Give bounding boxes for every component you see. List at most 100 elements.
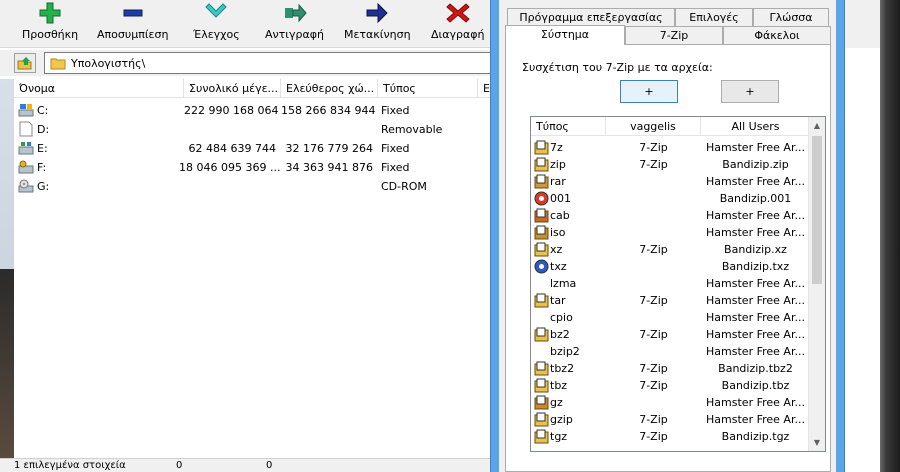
association-row[interactable]: zip 7-Zip Bandizip.zip — [531, 156, 810, 173]
delete-button[interactable]: Διαγραφή — [431, 2, 484, 46]
association-row[interactable]: gz Hamster Free Ar... — [531, 394, 810, 411]
association-row[interactable]: xz 7-Zip Bandizip.xz — [531, 241, 810, 258]
association-row[interactable]: gzip 7-Zip Hamster Free Ar... — [531, 411, 810, 428]
extract-button[interactable]: Αποσυμπίεση — [97, 2, 168, 46]
drive-row[interactable]: C: 222 990 168 064 158 266 834 944 Fixed — [14, 101, 494, 120]
association-row[interactable]: bz2 7-Zip Hamster Free Ar... — [531, 326, 810, 343]
move-button[interactable]: Μετακίνηση — [344, 2, 411, 46]
column-user[interactable]: vaggelis — [606, 117, 701, 136]
copy-button[interactable]: Αντιγραφή — [265, 2, 324, 46]
association-row[interactable]: tbz2 7-Zip Bandizip.tbz2 — [531, 360, 810, 377]
association-row[interactable]: rar Hamster Free Ar... — [531, 173, 810, 190]
association-row[interactable]: tgz 7-Zip Bandizip.tgz — [531, 428, 810, 445]
drive-row[interactable]: E: 62 484 639 744 32 176 779 264 Fixed — [14, 139, 494, 158]
associate-user-button[interactable]: + — [620, 80, 678, 103]
scroll-down-icon[interactable]: ▼ — [809, 434, 825, 451]
move-arrow-icon — [366, 2, 388, 24]
up-folder-icon — [17, 57, 32, 70]
association-extension: rar — [550, 175, 566, 188]
association-list-header: Τύπος vaggelis All Users — [531, 117, 810, 136]
association-row[interactable]: tbz 7-Zip Bandizip.tbz — [531, 377, 810, 394]
association-row[interactable]: bzip2 Hamster Free Ar... — [531, 343, 810, 360]
association-all-users-value: Hamster Free Ar... — [706, 413, 805, 426]
minus-icon — [123, 9, 143, 17]
status-packed-size: 0 — [266, 460, 273, 471]
association-all-users-value: Bandizip.xz — [724, 243, 787, 256]
association-row[interactable]: cab Hamster Free Ar... — [531, 207, 810, 224]
association-extension: txz — [550, 260, 567, 273]
association-row[interactable]: lzma Hamster Free Ar... — [531, 275, 810, 292]
iso-icon — [534, 225, 549, 240]
association-all-users-value: Bandizip.tbz — [721, 379, 790, 392]
add-button[interactable]: Προσθήκη — [22, 2, 78, 46]
association-user-value: 7-Zip — [639, 243, 668, 256]
column-free-space[interactable]: Ελεύθερος χώ... — [281, 79, 378, 98]
association-extension: iso — [550, 226, 566, 239]
check-chevron-icon — [205, 3, 228, 18]
tab-system[interactable]: Σύστημα — [505, 25, 625, 45]
association-extension: xz — [550, 243, 563, 256]
association-user-value: 7-Zip — [639, 294, 668, 307]
association-row[interactable]: iso Hamster Free Ar... — [531, 224, 810, 241]
association-all-users-value: Hamster Free Ar... — [706, 294, 805, 307]
association-all-users-value: Hamster Free Ar... — [706, 277, 805, 290]
association-row[interactable]: 001 Bandizip.001 — [531, 190, 810, 207]
association-all-users-value: Bandizip.tgz — [721, 430, 790, 443]
association-extension: gz — [550, 396, 563, 409]
association-extension: tbz — [550, 379, 568, 392]
association-extension: cpio — [550, 311, 573, 324]
001-icon — [534, 191, 549, 206]
column-name[interactable]: Όνομα — [14, 79, 184, 98]
copy-arrow-icon — [284, 3, 307, 23]
association-user-value: 7-Zip — [639, 362, 668, 375]
tab-folders[interactable]: Φάκελοι — [723, 26, 831, 44]
gz-icon — [534, 395, 549, 410]
drive-row[interactable]: D: Removable — [14, 120, 494, 139]
association-extension: 001 — [550, 192, 571, 205]
association-row[interactable]: 7z 7-Zip Hamster Free Ar... — [531, 139, 810, 156]
association-all-users-value: Hamster Free Ar... — [706, 396, 805, 409]
tar-icon — [534, 293, 549, 308]
tab-editor[interactable]: Πρόγραμμα επεξεργασίας — [507, 8, 675, 26]
background-window-edge — [845, 0, 900, 472]
scrollbar-thumb[interactable] — [812, 136, 822, 284]
cab-icon — [534, 208, 549, 223]
association-all-users-value: Hamster Free Ar... — [706, 328, 805, 341]
x-icon — [445, 3, 470, 23]
column-total-size[interactable]: Συνολικό μέγε... — [184, 79, 281, 98]
association-all-users-value: Hamster Free Ar... — [706, 345, 805, 358]
test-button[interactable]: Έλεγχος — [193, 2, 240, 46]
tab-language[interactable]: Γλώσσα — [753, 8, 829, 26]
associate-all-users-button[interactable]: + — [721, 80, 779, 103]
zip-icon — [534, 157, 549, 172]
association-list[interactable]: Τύπος vaggelis All Users 7z 7-Zip Hamster … — [530, 116, 826, 452]
association-user-value: 7-Zip — [639, 430, 668, 443]
drive-row[interactable]: F: 18 046 095 369 ... 34 363 941 876 Fix… — [14, 158, 494, 177]
association-list-scrollbar[interactable]: ▲ ▼ — [808, 117, 825, 451]
association-extension: 7z — [550, 141, 563, 154]
system-drive-icon — [18, 104, 34, 117]
association-row[interactable]: tar 7-Zip Hamster Free Ar... — [531, 292, 810, 309]
up-folder-button[interactable] — [14, 53, 36, 73]
association-extension: gzip — [550, 413, 573, 426]
association-all-users-value: Hamster Free Ar... — [706, 311, 805, 324]
status-selected: 1 επιλεγμένα στοιχεία — [14, 460, 126, 471]
scroll-up-icon[interactable]: ▲ — [809, 117, 825, 134]
system-tab-panel: Συσχέτιση του 7-Zip με τα αρχεία: + + Τύ… — [505, 44, 831, 472]
column-all-users[interactable]: All Users — [701, 117, 810, 136]
status-size: 0 — [176, 460, 183, 471]
bz2-icon — [534, 327, 549, 342]
association-user-value: 7-Zip — [639, 141, 668, 154]
tab-7zip[interactable]: 7-Zip — [625, 26, 723, 44]
rar-icon — [534, 174, 549, 189]
tab-options[interactable]: Επιλογές — [675, 8, 753, 26]
association-row[interactable]: cpio Hamster Free Ar... — [531, 309, 810, 326]
association-all-users-value: Bandizip.zip — [722, 158, 789, 171]
tgz-icon — [534, 429, 549, 444]
association-row[interactable]: txz Bandizip.txz — [531, 258, 810, 275]
column-type[interactable]: Τύπος — [378, 79, 478, 98]
association-all-users-value: Hamster Free Ar... — [706, 175, 805, 188]
drive-row[interactable]: G: CD-ROM — [14, 177, 494, 196]
column-type[interactable]: Τύπος — [531, 117, 606, 136]
7z-icon — [534, 140, 549, 155]
